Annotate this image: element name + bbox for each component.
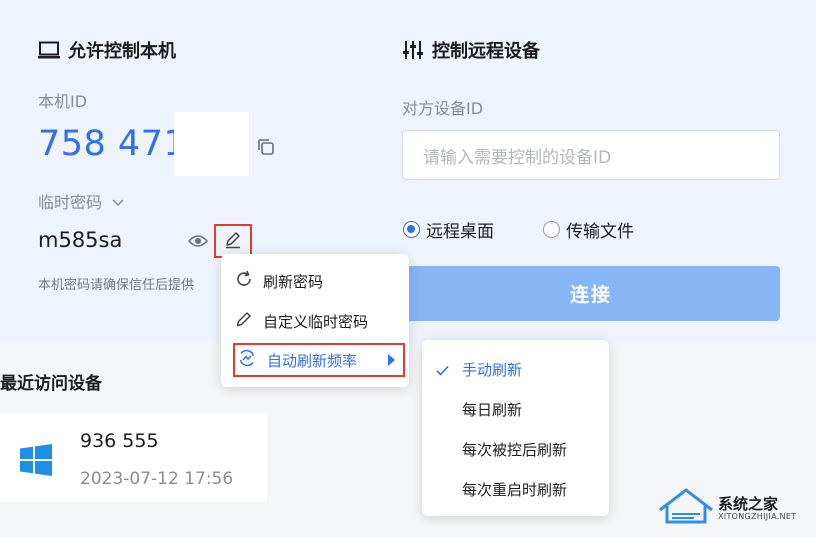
menu-item-custom-password[interactable]: 自定义临时密码 (221, 301, 409, 341)
watermark-text: 系统之家 (718, 494, 779, 513)
caret-right-icon (388, 354, 395, 366)
device-id-label: 本机ID (38, 92, 88, 111)
pencil-icon (235, 310, 253, 332)
menu-item-refresh-password[interactable]: 刷新密码 (221, 261, 409, 301)
pencil-icon (223, 229, 243, 253)
menu-item-label: 刷新密码 (263, 272, 324, 291)
check-icon (436, 362, 449, 380)
radio-unchecked-icon (543, 221, 560, 238)
edit-password-button[interactable] (214, 224, 252, 258)
temp-password: m585sa (38, 228, 123, 252)
local-section-title: 允许控制本机 (38, 37, 176, 63)
watermark-text-block: 系统之家 XITONGZHIJIA.NET (718, 496, 796, 521)
radio-file-transfer-label: 传输文件 (566, 222, 634, 242)
eye-icon[interactable] (187, 233, 209, 249)
chevron-down-icon (112, 192, 124, 211)
windows-icon (20, 444, 52, 480)
password-type-dropdown[interactable]: 临时密码 (38, 189, 124, 213)
password-hint: 本机密码请确保信任后提供 (38, 278, 195, 293)
password-label: 临时密码 (38, 193, 103, 212)
submenu-item-refresh-on-restart[interactable]: 每次重启时刷新 (422, 471, 609, 507)
copy-icon[interactable] (256, 137, 276, 157)
remote-section-title: 控制远程设备 (402, 37, 540, 63)
recent-device-datetime: 2023-07-12 17:56 (80, 469, 234, 489)
submenu-item-refresh-after-control[interactable]: 每次被控后刷新 (422, 431, 609, 467)
target-id-label: 对方设备ID (402, 99, 484, 118)
sliders-icon (402, 40, 424, 60)
radio-remote-desktop-label: 远程桌面 (426, 222, 494, 242)
laptop-icon (38, 41, 60, 59)
recent-devices-title: 最近访问设备 (0, 374, 102, 394)
target-id-input[interactable]: 请输入需要控制的设备ID (402, 130, 780, 180)
radio-remote-desktop[interactable]: 远程桌面 (403, 217, 494, 242)
radio-file-transfer[interactable]: 传输文件 (543, 217, 634, 242)
menu-item-auto-refresh-frequency[interactable]: 自动刷新频率 (233, 343, 405, 377)
watermark-url: XITONGZHIJIA.NET (718, 511, 797, 521)
house-logo-icon (658, 488, 714, 528)
radio-checked-icon (403, 221, 420, 238)
auto-refresh-icon (237, 348, 257, 372)
remote-section-label: 控制远程设备 (432, 41, 540, 62)
submenu-item-manual-refresh[interactable]: 手动刷新 (422, 351, 609, 387)
password-menu: 刷新密码 自定义临时密码 自动刷新频率 (221, 254, 409, 387)
recent-device-card[interactable]: 936 555 2023-07-12 17:56 (0, 414, 267, 502)
local-section-label: 允许控制本机 (68, 41, 176, 62)
refresh-icon (235, 270, 253, 292)
submenu-item-label: 手动刷新 (462, 360, 523, 379)
submenu-item-label: 每次重启时刷新 (462, 480, 568, 499)
recent-device-id: 936 555 (80, 430, 159, 452)
menu-item-label: 自动刷新频率 (267, 351, 358, 370)
menu-item-label: 自定义临时密码 (263, 312, 369, 331)
watermark: 系统之家 XITONGZHIJIA.NET (658, 488, 796, 528)
refresh-frequency-submenu: 手动刷新 每日刷新 每次被控后刷新 每次重启时刷新 (422, 340, 609, 516)
submenu-item-label: 每次被控后刷新 (462, 440, 568, 459)
submenu-item-label: 每日刷新 (462, 400, 523, 419)
connect-button[interactable]: 连接 (402, 266, 780, 321)
submenu-item-daily-refresh[interactable]: 每日刷新 (422, 391, 609, 427)
id-redaction-mask (174, 112, 249, 176)
local-device-id: 758 471 (38, 124, 187, 164)
